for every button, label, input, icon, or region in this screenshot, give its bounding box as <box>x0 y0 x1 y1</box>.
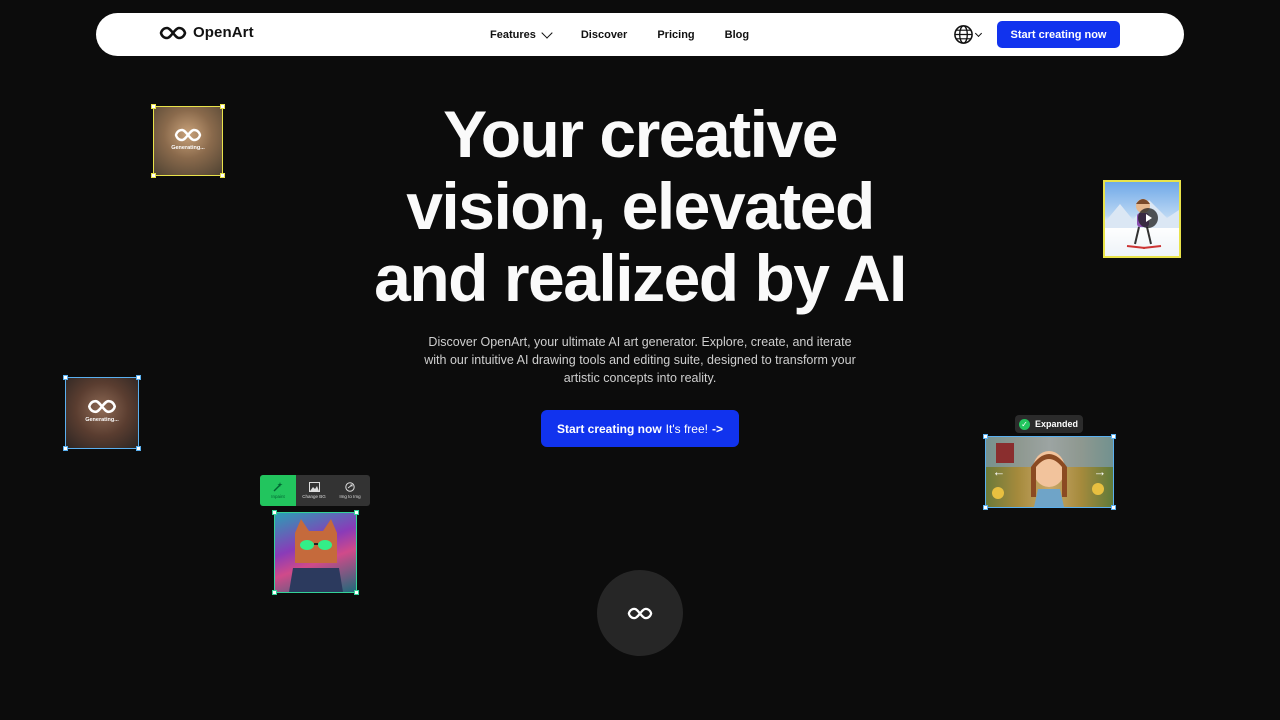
start-creating-button[interactable]: Start creating now <box>997 21 1120 48</box>
nav-features-label: Features <box>490 28 536 41</box>
hero-title: Your creative vision, elevated and reali… <box>340 98 940 314</box>
cat-generating-card: Generating... <box>151 104 225 178</box>
check-icon: ✓ <box>1019 418 1030 430</box>
tool-img-to-img[interactable]: Img to Img <box>332 475 368 506</box>
resize-handle[interactable] <box>136 375 141 380</box>
hero-start-creating-button[interactable]: Start creating now It's free! -> <box>541 410 739 447</box>
hero-title-line-2: vision, elevated <box>406 169 875 243</box>
cyber-cat-card <box>272 510 359 595</box>
openart-logo[interactable]: OpenArt <box>159 24 254 41</box>
swap-icon <box>345 482 355 492</box>
resize-handle[interactable] <box>136 446 141 451</box>
tool-change-bg-label: Change BG <box>302 494 326 499</box>
resize-handle[interactable] <box>1111 434 1116 439</box>
play-icon <box>1146 214 1152 222</box>
resize-handle[interactable] <box>983 434 988 439</box>
resize-handle[interactable] <box>983 505 988 510</box>
generating-label: Generating... <box>85 417 119 423</box>
nav-discover[interactable]: Discover <box>581 29 627 41</box>
nav-discover-label: Discover <box>580 28 628 41</box>
top-navbar: OpenArt Features Discover Pricing Blog S… <box>96 13 1184 56</box>
image-icon <box>308 482 320 492</box>
hero-cta-free: It's free! <box>665 421 708 436</box>
resize-handle[interactable] <box>354 590 359 595</box>
girl-expanded-card: ← → <box>983 434 1116 510</box>
expanded-badge: ✓ Expanded <box>1015 415 1083 433</box>
hero-cta-arrow: -> <box>711 421 723 436</box>
nav-blog[interactable]: Blog <box>725 29 749 41</box>
nav-features[interactable]: Features <box>490 26 553 41</box>
openart-circle-logo[interactable] <box>597 570 683 656</box>
arrow-left-icon: ← <box>992 464 1006 479</box>
arrow-right-button[interactable]: → <box>1093 465 1107 479</box>
globe-icon <box>954 25 973 44</box>
skiing-video-card[interactable] <box>1103 180 1181 258</box>
tool-change-bg[interactable]: Change BG <box>296 475 332 506</box>
logo-text: OpenArt <box>193 24 254 41</box>
hero-title-line-3: and realized by AI <box>374 241 907 315</box>
resize-handle[interactable] <box>272 590 277 595</box>
infinity-logo-icon <box>627 607 653 619</box>
hero-description: Discover OpenArt, your ultimate AI art g… <box>424 335 856 385</box>
person-generating-card: Generating... <box>63 375 141 451</box>
nav-pricing-label: Pricing <box>657 28 695 41</box>
expanded-label: Expanded <box>1035 419 1079 429</box>
hero-title-line-1: Your creative <box>443 97 838 171</box>
resize-handle[interactable] <box>63 375 68 380</box>
language-selector[interactable] <box>953 24 983 45</box>
nav-pricing[interactable]: Pricing <box>657 29 694 41</box>
infinity-logo-icon <box>159 26 187 39</box>
arrow-right-icon: → <box>1093 464 1107 479</box>
hero-cta-label: Start creating now <box>556 421 662 436</box>
tool-img-to-img-label: Img to Img <box>339 494 361 499</box>
infinity-logo-icon <box>87 399 117 414</box>
play-button[interactable] <box>1138 208 1158 228</box>
resize-handle[interactable] <box>1111 505 1116 510</box>
resize-handle[interactable] <box>220 104 225 109</box>
magic-wand-icon <box>273 482 283 492</box>
resize-handle[interactable] <box>63 446 68 451</box>
tool-inpaint-label: Inpaint <box>271 494 285 499</box>
resize-handle[interactable] <box>151 104 156 109</box>
chevron-down-icon <box>541 26 553 39</box>
tool-inpaint[interactable]: Inpaint <box>260 475 296 506</box>
resize-handle[interactable] <box>354 510 359 515</box>
resize-handle[interactable] <box>272 510 277 515</box>
arrow-left-button[interactable]: ← <box>992 465 1006 479</box>
nav-links: Features Discover Pricing Blog <box>490 13 779 56</box>
generating-label: Generating... <box>171 145 205 151</box>
nav-blog-label: Blog <box>724 28 750 41</box>
resize-handle[interactable] <box>220 173 225 178</box>
cat-illustration-icon <box>289 519 343 592</box>
edit-toolbar: Inpaint Change BG Img to Img <box>260 475 370 506</box>
infinity-logo-icon <box>174 128 202 142</box>
chevron-down-icon <box>974 29 983 37</box>
resize-handle[interactable] <box>151 173 156 178</box>
